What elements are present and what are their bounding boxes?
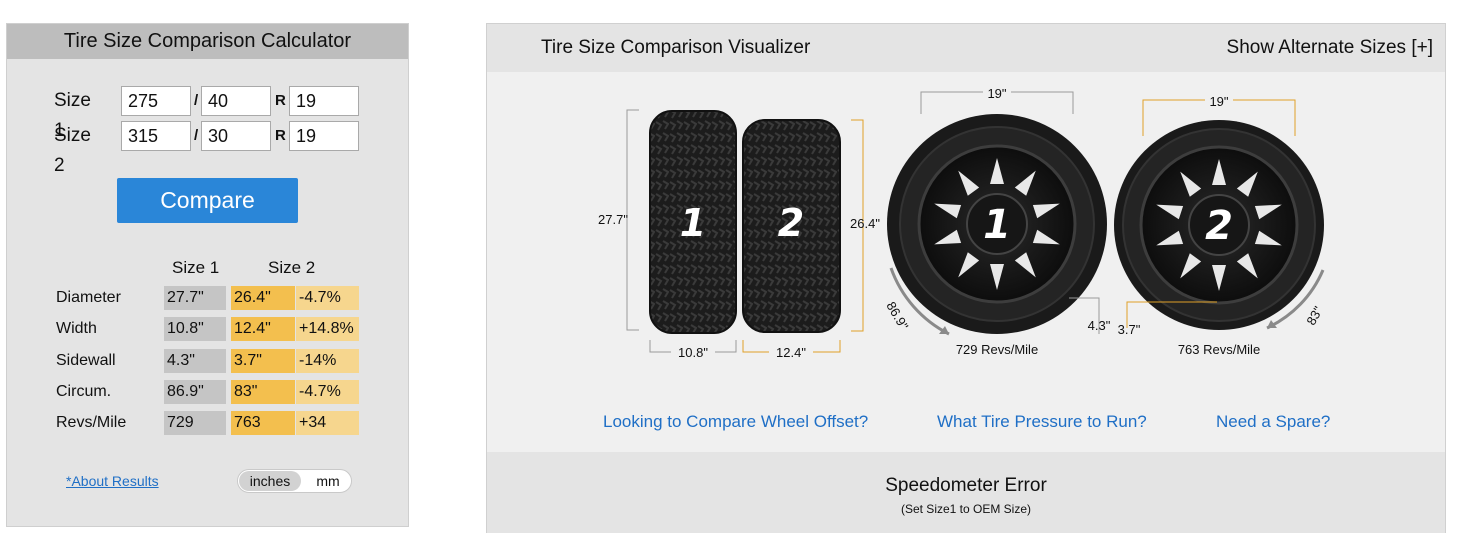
speedometer-error-section: Speedometer Error (Set Size1 to OEM Size… <box>487 452 1445 533</box>
tire2-diameter-label: 26.4" <box>850 216 880 231</box>
tire2-sidewall-label: 3.7" <box>1118 322 1141 337</box>
result-size1: 86.9" <box>164 380 226 404</box>
tire1-circumference-label: 86.9" <box>883 299 911 333</box>
size1-slash: / <box>194 92 199 109</box>
result-label: Width <box>56 320 97 337</box>
tire1-width-dimension: 10.8" <box>649 340 737 360</box>
tire1-diameter-label: 27.7" <box>598 212 628 227</box>
result-label: Revs/Mile <box>56 414 127 431</box>
result-size2: 12.4" <box>231 317 295 341</box>
size1-width-input[interactable] <box>121 86 191 116</box>
result-row-width: Width 10.8" 12.4" +14.8% <box>7 317 410 341</box>
result-label: Sidewall <box>56 352 116 369</box>
size2-rim-input[interactable] <box>289 121 359 151</box>
compare-wheel-offset-link[interactable]: Looking to Compare Wheel Offset? <box>603 412 868 432</box>
tire1-revs-label: 729 Revs/Mile <box>956 342 1038 357</box>
result-diff: -4.7% <box>296 286 359 310</box>
tire2-revs-label: 763 Revs/Mile <box>1178 342 1260 357</box>
size1-r: R <box>275 92 286 109</box>
speedometer-error-subtitle: (Set Size1 to OEM Size) <box>900 502 1032 516</box>
tire-pressure-link[interactable]: What Tire Pressure to Run? <box>937 412 1147 432</box>
tire1-sidewall-label: 4.3" <box>1088 318 1111 333</box>
unit-inches-option[interactable]: inches <box>239 471 301 491</box>
tire2-side-view: 2 <box>1114 120 1324 330</box>
about-results-link[interactable]: *About Results <box>66 473 159 489</box>
result-size2: 83" <box>231 380 295 404</box>
unit-mm-option[interactable]: mm <box>308 471 348 491</box>
visualizer-title: Tire Size Comparison Visualizer <box>541 37 811 58</box>
tire2-side-number: 2 <box>1205 203 1233 249</box>
result-size1: 4.3" <box>164 349 226 373</box>
result-row-revs: Revs/Mile 729 763 +34 <box>7 411 410 435</box>
tire2-front: 2 <box>742 119 841 333</box>
result-size1: 729 <box>164 411 226 435</box>
tire1-rim-label: 19" <box>987 86 1006 101</box>
size2-r: R <box>275 127 286 144</box>
need-spare-link[interactable]: Need a Spare? <box>1216 412 1330 432</box>
result-size1: 10.8" <box>164 317 226 341</box>
tire1-width-label: 10.8" <box>678 345 708 360</box>
result-size1: 27.7" <box>164 286 226 310</box>
tire1-rim-dimension: 19" <box>920 86 1074 114</box>
result-diff: -4.7% <box>296 380 359 404</box>
show-alternate-sizes-toggle[interactable]: Show Alternate Sizes [+] <box>1227 37 1433 59</box>
unit-toggle[interactable]: inches mm <box>237 469 352 493</box>
result-label: Circum. <box>56 383 112 400</box>
speedometer-error-title: Speedometer Error <box>885 475 1047 496</box>
size2-label: Size 2 <box>54 125 91 176</box>
tire2-circumference-label: 83" <box>1303 303 1326 327</box>
tire2-width-label: 12.4" <box>776 345 806 360</box>
size2-slash: / <box>194 127 199 144</box>
tire2-width-dimension: 12.4" <box>742 340 841 360</box>
size2-width-input[interactable] <box>121 121 191 151</box>
size2-aspect-input[interactable] <box>201 121 271 151</box>
result-row-diameter: Diameter 27.7" 26.4" -4.7% <box>7 286 410 310</box>
tire2-rim-label: 19" <box>1209 94 1228 109</box>
result-size2: 763 <box>231 411 295 435</box>
result-diff: +14.8% <box>296 317 359 341</box>
tire1-front-number: 1 <box>680 201 706 245</box>
visualizer-panel: Tire Size Comparison Visualizer Show Alt… <box>486 23 1446 533</box>
results-col-size2: Size 2 <box>268 258 316 277</box>
result-row-circumference: Circum. 86.9" 83" -4.7% <box>7 380 410 404</box>
size1-aspect-input[interactable] <box>201 86 271 116</box>
visualizer-header: Tire Size Comparison Visualizer Show Alt… <box>487 24 1445 72</box>
results-col-size1: Size 1 <box>172 258 220 277</box>
tire1-diameter-dimension: 27.7" <box>598 109 639 331</box>
tire2-front-number: 2 <box>778 201 804 245</box>
result-diff: -14% <box>296 349 359 373</box>
compare-button[interactable]: Compare <box>117 178 298 223</box>
tire1-side-number: 1 <box>983 202 1011 248</box>
calculator-title: Tire Size Comparison Calculator <box>7 24 408 59</box>
tire1-side-view: 1 <box>887 114 1107 334</box>
result-diff: +34 <box>296 411 359 435</box>
calculator-panel: Tire Size Comparison Calculator Size 1 /… <box>6 23 409 527</box>
tire1-front: 1 <box>649 110 737 334</box>
result-label: Diameter <box>56 289 121 306</box>
tire-visualization: 1 2 27.7" 26.4" 10.8" 12.4" 1 19" 4.3" 8… <box>598 86 1326 360</box>
size1-rim-input[interactable] <box>289 86 359 116</box>
tire2-diameter-dimension: 26.4" <box>850 119 880 332</box>
result-size2: 3.7" <box>231 349 295 373</box>
result-size2: 26.4" <box>231 286 295 310</box>
tire1-sidewall-dimension: 4.3" <box>1069 297 1111 334</box>
result-row-sidewall: Sidewall 4.3" 3.7" -14% <box>7 349 410 373</box>
